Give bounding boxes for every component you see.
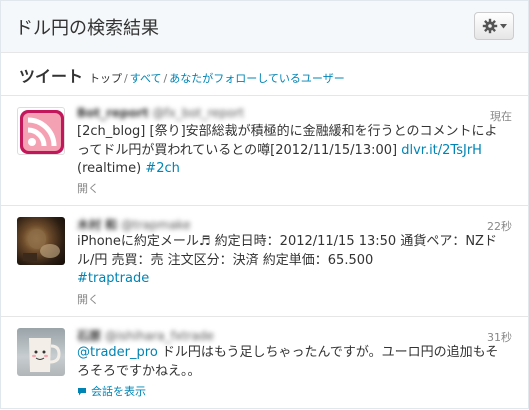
timeline-tabs: ツイート トップ / すべて / あなたがフォローしているユーザー: [19, 63, 345, 87]
tweet-author[interactable]: Bot_report @fx_bot_report: [77, 106, 244, 120]
rss-feed-icon: [20, 110, 64, 154]
gear-icon: [482, 18, 497, 34]
tweet-timestamp[interactable]: 31秒: [487, 329, 512, 345]
view-conversation-link[interactable]: 会話を表示: [77, 383, 146, 399]
page-title: ドル円の検索結果: [15, 18, 159, 39]
tweet-link[interactable]: dlvr.it/2TsJrH: [401, 143, 482, 158]
tweet-item[interactable]: 石原 @ishihara_fxtrade 31秒 @trader_pro ドル円…: [1, 317, 528, 410]
avatar[interactable]: [17, 107, 65, 155]
caret-down-icon: [499, 23, 507, 28]
module-header: ドル円の検索結果: [1, 1, 528, 53]
tweet-text: @trader_pro ドル円はもう足しちゃったんですが。ユーロ円の追加もそろそ…: [77, 345, 499, 379]
tweets-heading: ツイート: [19, 67, 84, 86]
avatar[interactable]: [17, 328, 65, 376]
tweet-author[interactable]: 石原 @ishihara_fxtrade: [77, 327, 214, 344]
tab-separator: /: [124, 72, 128, 85]
speech-bubble-icon: [78, 387, 86, 395]
tweet-text: [2ch_blog] [祭り]安部総裁が積極的に金融緩和を行うとのコメントによっ…: [77, 124, 498, 176]
search-results-module: ドル円の検索結果 ツイート トップ / すべて / あなたがフォローしているユー…: [0, 0, 529, 409]
tweet-mention[interactable]: @trader_pro: [77, 345, 158, 360]
tweet-timestamp[interactable]: 現在: [490, 108, 512, 124]
tweet-text: iPhoneに約定メール♬ 約定日時：2012/11/15 13:50 通貨ペア…: [77, 234, 497, 286]
tab-separator: /: [163, 72, 168, 85]
expand-tweet-link[interactable]: 開く: [77, 291, 99, 307]
tweet-author[interactable]: 木村 和 @trapmake: [77, 216, 191, 233]
expand-tweet-link[interactable]: 開く: [77, 180, 99, 196]
tweet-hashtag[interactable]: #traptrade: [77, 271, 149, 286]
tweet-item[interactable]: Bot_report @fx_bot_report 現在 [2ch_blog] …: [1, 96, 528, 206]
tweet-item[interactable]: 木村 和 @trapmake 22秒 iPhoneに約定メール♬ 約定日時：20…: [1, 206, 528, 317]
tab-following[interactable]: あなたがフォローしているユーザー: [169, 70, 344, 86]
tweet-hashtag[interactable]: #2ch: [145, 161, 180, 176]
tweet-timestamp[interactable]: 22秒: [487, 218, 512, 234]
mug-photo-icon: [29, 338, 61, 372]
tab-top[interactable]: トップ: [89, 70, 122, 86]
user-photo-icon: [23, 229, 60, 261]
avatar[interactable]: [17, 217, 65, 265]
tab-all[interactable]: すべて: [130, 70, 162, 86]
settings-button[interactable]: [474, 12, 514, 40]
